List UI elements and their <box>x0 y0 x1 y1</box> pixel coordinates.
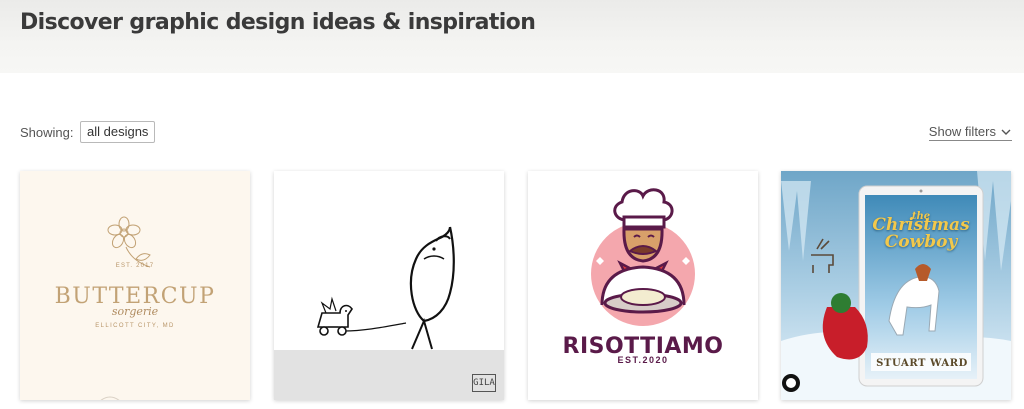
show-filters-label: Show filters <box>928 124 996 139</box>
page-title: Discover graphic design ideas & inspirat… <box>20 10 536 35</box>
page-header: Discover graphic design ideas & inspirat… <box>0 0 1024 73</box>
design-card-buttercup[interactable]: EST. 2017 BUTTERCUP sorgerie ELLICOTT CI… <box>20 171 250 400</box>
cover-author: STUART WARD <box>876 358 968 369</box>
show-filters-toggle[interactable]: Show filters <box>928 124 1012 141</box>
buttercup-est: EST. 2017 <box>115 263 155 269</box>
buttercup-city: ELLICOTT CITY, MD <box>95 323 175 329</box>
cover-title-line2: Cowboy <box>884 232 958 252</box>
design-card-bird[interactable]: GILA <box>274 171 504 400</box>
risottiamo-est: EST.2020 <box>617 355 669 365</box>
design-card-risottiamo[interactable]: RISOTTIAMO EST.2020 <box>528 171 758 400</box>
bird-illustration <box>274 226 504 400</box>
showing-dropdown[interactable]: all designs <box>80 121 156 143</box>
showing-label: Showing: <box>20 125 74 140</box>
design-card-christmas-cowboy[interactable]: the Christmas Cowboy STUART WARD <box>781 171 1011 400</box>
chef-mascot-icon <box>591 188 695 326</box>
gila-watermark: GILA <box>472 374 496 392</box>
duck-toy-icon <box>316 296 353 336</box>
chevron-down-icon <box>1001 129 1011 135</box>
filter-bar: Showing: all designs Show filters <box>20 121 1012 145</box>
buttercup-script: sorgerie <box>111 305 159 318</box>
